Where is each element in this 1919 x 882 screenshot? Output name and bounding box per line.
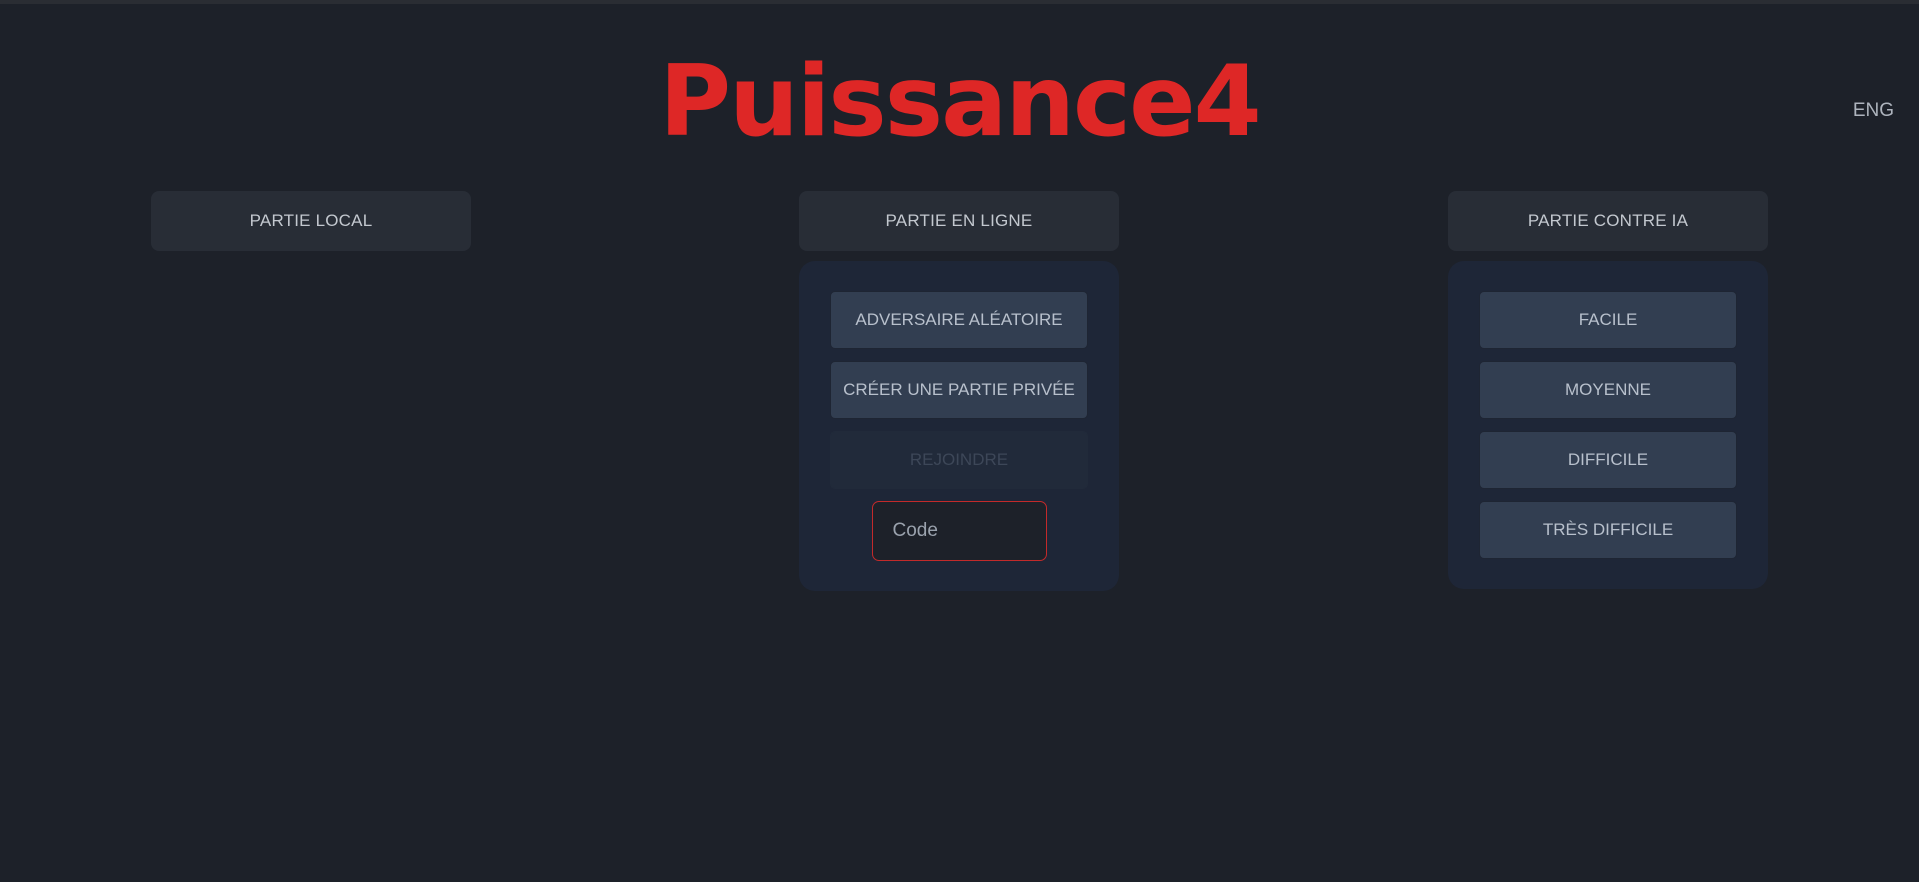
difficulty-easy-button[interactable]: FACILE <box>1479 291 1737 349</box>
create-private-game-button[interactable]: CRÉER UNE PARTIE PRIVÉE <box>830 361 1088 419</box>
random-opponent-button[interactable]: ADVERSAIRE ALÉATOIRE <box>830 291 1088 349</box>
ai-game-column: PARTIE CONTRE IA FACILE MOYENNE DIFFICIL… <box>1448 191 1768 589</box>
local-game-column: PARTIE LOCAL <box>151 191 471 251</box>
difficulty-hard-button[interactable]: DIFFICILE <box>1479 431 1737 489</box>
online-options-panel: ADVERSAIRE ALÉATOIRE CRÉER UNE PARTIE PR… <box>799 261 1119 591</box>
difficulty-medium-button[interactable]: MOYENNE <box>1479 361 1737 419</box>
page-title: Puissance4 <box>659 45 1262 159</box>
join-button[interactable]: REJOINDRE <box>830 431 1088 489</box>
online-game-column: PARTIE EN LIGNE ADVERSAIRE ALÉATOIRE CRÉ… <box>799 191 1119 591</box>
online-game-button[interactable]: PARTIE EN LIGNE <box>799 191 1119 251</box>
difficulty-very-hard-button[interactable]: TRÈS DIFFICILE <box>1479 501 1737 559</box>
ai-game-button[interactable]: PARTIE CONTRE IA <box>1448 191 1768 251</box>
language-switch[interactable]: ENG <box>1853 100 1894 122</box>
ai-difficulty-panel: FACILE MOYENNE DIFFICILE TRÈS DIFFICILE <box>1448 261 1768 589</box>
code-input[interactable] <box>871 501 1047 561</box>
local-game-button[interactable]: PARTIE LOCAL <box>151 191 471 251</box>
window-top-border <box>0 0 1919 4</box>
